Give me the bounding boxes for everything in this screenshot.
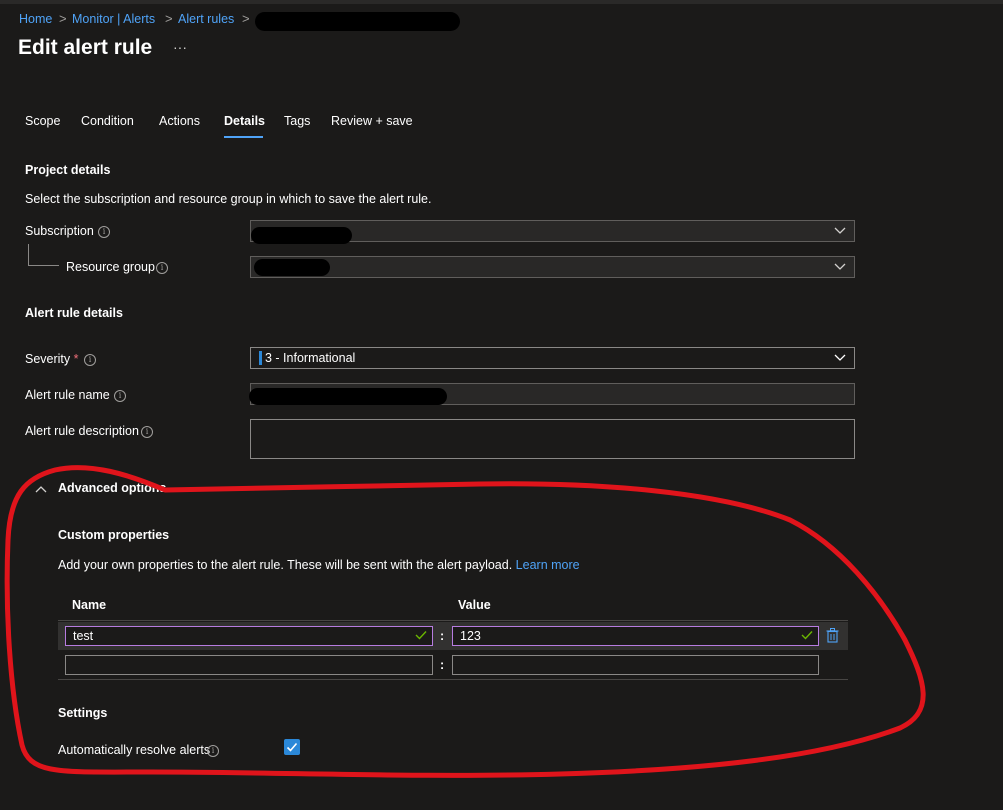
value-column-header: Value: [458, 598, 491, 612]
chevron-up-icon[interactable]: [35, 484, 47, 494]
settings-heading: Settings: [58, 706, 108, 720]
severity-value: 3 - Informational: [265, 351, 356, 365]
breadcrumb-home[interactable]: Home: [19, 12, 52, 30]
tab-condition[interactable]: Condition: [81, 114, 134, 128]
alert-rule-name-label: Alert rule name: [25, 388, 110, 402]
learn-more-link[interactable]: Learn more: [516, 558, 580, 572]
resource-group-tree-line: [28, 244, 59, 266]
required-asterisk: *: [73, 352, 79, 366]
auto-resolve-checkbox[interactable]: [284, 739, 300, 755]
advanced-options-toggle[interactable]: Advanced options: [58, 481, 166, 495]
breadcrumb-separator: >: [242, 11, 250, 26]
redacted-breadcrumb-item: [255, 12, 460, 31]
property-value-input[interactable]: 123: [452, 626, 819, 646]
subscription-dropdown[interactable]: [250, 220, 855, 244]
redacted-subscription-value: [251, 227, 352, 244]
alert-rule-name-input[interactable]: [249, 383, 855, 405]
alert-rule-description-input[interactable]: [250, 419, 855, 459]
name-column-header: Name: [72, 598, 107, 612]
info-icon[interactable]: i: [207, 745, 219, 757]
severity-label: Severity *: [25, 352, 79, 366]
auto-resolve-label: Automatically resolve alerts: [58, 743, 211, 757]
breadcrumb-alert-rules[interactable]: Alert rules: [178, 12, 234, 30]
info-icon[interactable]: i: [114, 390, 126, 402]
info-icon[interactable]: i: [84, 354, 96, 366]
property-name-input[interactable]: [65, 655, 433, 675]
chevron-down-icon: [834, 263, 846, 270]
chevron-down-icon: [834, 227, 846, 234]
alert-rule-details-heading: Alert rule details: [25, 306, 123, 320]
tab-details[interactable]: Details: [224, 114, 265, 128]
project-details-description: Select the subscription and resource gro…: [25, 192, 432, 206]
info-icon[interactable]: i: [141, 426, 153, 438]
checkmark-icon: [415, 631, 427, 640]
name-value-separator: :: [440, 629, 445, 643]
breadcrumb-separator: >: [165, 11, 173, 26]
custom-properties-heading: Custom properties: [58, 528, 170, 542]
grid-footer-divider: [58, 679, 848, 680]
severity-color-bar: [259, 351, 262, 365]
checkmark-icon: [801, 631, 813, 640]
project-details-heading: Project details: [25, 163, 111, 177]
property-value-input[interactable]: [452, 655, 819, 675]
property-name-input[interactable]: test: [65, 626, 433, 646]
resource-group-label: Resource group: [66, 260, 155, 274]
info-icon[interactable]: i: [98, 226, 110, 238]
trash-icon[interactable]: [826, 628, 839, 643]
info-icon[interactable]: i: [156, 262, 168, 274]
annotation-highlight: [4, 465, 926, 778]
resource-group-dropdown[interactable]: [250, 256, 855, 278]
tab-review-save[interactable]: Review + save: [331, 114, 413, 128]
chevron-down-icon: [834, 354, 846, 361]
subscription-label: Subscription: [25, 224, 94, 238]
tab-tags[interactable]: Tags: [284, 114, 310, 128]
redacted-alert-rule-name: [249, 388, 447, 405]
checkmark-icon: [286, 742, 298, 752]
severity-dropdown[interactable]: 3 - Informational: [250, 347, 855, 369]
alert-rule-description-label: Alert rule description: [25, 424, 139, 438]
name-value-separator: :: [440, 658, 445, 672]
top-bar: [0, 0, 1003, 4]
tab-actions[interactable]: Actions: [159, 114, 200, 128]
redacted-resource-group-value: [254, 259, 330, 276]
active-tab-indicator: [224, 136, 263, 138]
breadcrumb-monitor-alerts[interactable]: Monitor | Alerts: [72, 12, 155, 30]
custom-properties-description: Add your own properties to the alert rul…: [58, 558, 580, 572]
page-title: Edit alert rule: [18, 36, 153, 59]
tab-scope[interactable]: Scope: [25, 114, 60, 128]
grid-header-divider: [58, 620, 848, 621]
breadcrumb-separator: >: [59, 11, 67, 26]
more-actions-button[interactable]: ···: [173, 39, 187, 55]
